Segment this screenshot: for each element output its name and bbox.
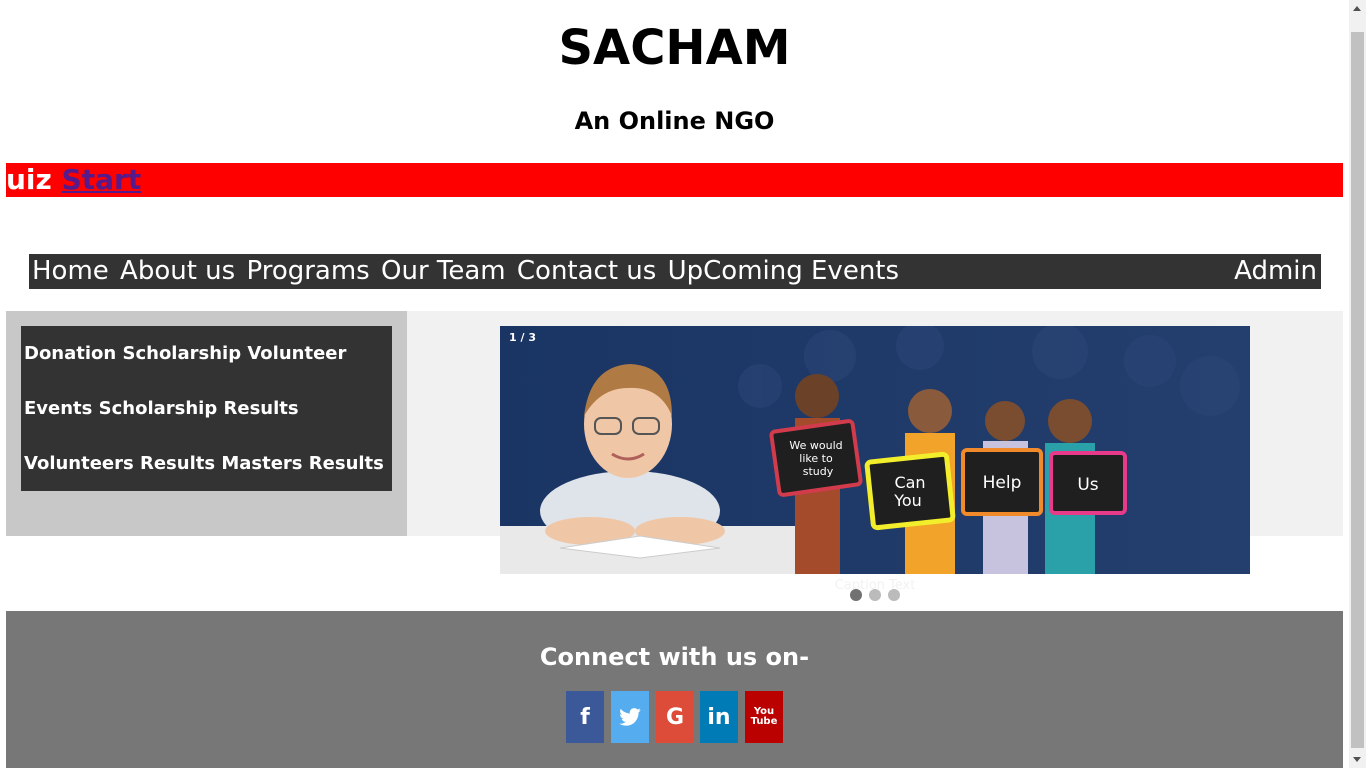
board-text-1: We would xyxy=(789,439,842,452)
scroll-up-icon[interactable] xyxy=(1353,6,1361,11)
slide-counter: 1 / 3 xyxy=(509,331,536,344)
svg-text:study: study xyxy=(803,465,834,478)
side-menu-item[interactable]: Volunteers Results Masters Results xyxy=(24,453,384,474)
marquee-text: uiz xyxy=(6,163,62,196)
twitter-icon[interactable] xyxy=(611,691,649,743)
svg-text:like to: like to xyxy=(799,452,833,465)
quiz-start-link[interactable]: Start xyxy=(62,163,142,196)
side-panel: Donation Scholarship Volunteer Events Sc… xyxy=(6,311,407,536)
nav-our-team[interactable]: Our Team xyxy=(381,256,506,286)
nav-admin[interactable]: Admin xyxy=(1234,254,1317,289)
youtube-icon[interactable]: You Tube xyxy=(745,691,783,743)
quiz-marquee: uiz Start xyxy=(6,163,1343,197)
nav-upcoming-events[interactable]: UpComing Events xyxy=(668,256,899,286)
linkedin-icon[interactable]: in xyxy=(700,691,738,743)
nav-programs[interactable]: Programs xyxy=(246,256,369,286)
side-menu-item[interactable]: Events Scholarship Results xyxy=(24,398,299,419)
slide-dot-3[interactable] xyxy=(888,589,900,601)
google-plus-icon[interactable]: G xyxy=(656,691,694,743)
slide-dot-2[interactable] xyxy=(869,589,881,601)
slide-image: We would like to study Can You Help Us 1… xyxy=(500,326,1250,574)
top-navbar: Home About us Programs Our Team Contact … xyxy=(29,254,1321,289)
svg-text:Help: Help xyxy=(983,473,1022,493)
children-photo: We would like to study Can You Help Us xyxy=(500,326,1250,574)
slide-dot-1[interactable] xyxy=(850,589,862,601)
facebook-icon[interactable]: f xyxy=(566,691,604,743)
footer-heading: Connect with us on- xyxy=(539,643,810,671)
site-title: SACHAM xyxy=(558,20,791,76)
page-scrollbar[interactable] xyxy=(1349,0,1366,768)
site-subtitle: An Online NGO xyxy=(574,107,775,135)
svg-text:Us: Us xyxy=(1077,475,1098,495)
scrollbar-thumb[interactable] xyxy=(1351,32,1364,748)
side-menu: Donation Scholarship Volunteer Events Sc… xyxy=(21,326,392,491)
nav-home[interactable]: Home xyxy=(32,256,109,286)
nav-contact-us[interactable]: Contact us xyxy=(517,256,656,286)
footer: Connect with us on- f G in You Tube xyxy=(6,611,1343,768)
svg-text:Can: Can xyxy=(894,473,925,492)
scroll-down-icon[interactable] xyxy=(1353,757,1361,762)
svg-text:You: You xyxy=(893,491,922,510)
side-menu-item[interactable]: Donation Scholarship Volunteer xyxy=(24,343,346,364)
nav-about-us[interactable]: About us xyxy=(120,256,235,286)
